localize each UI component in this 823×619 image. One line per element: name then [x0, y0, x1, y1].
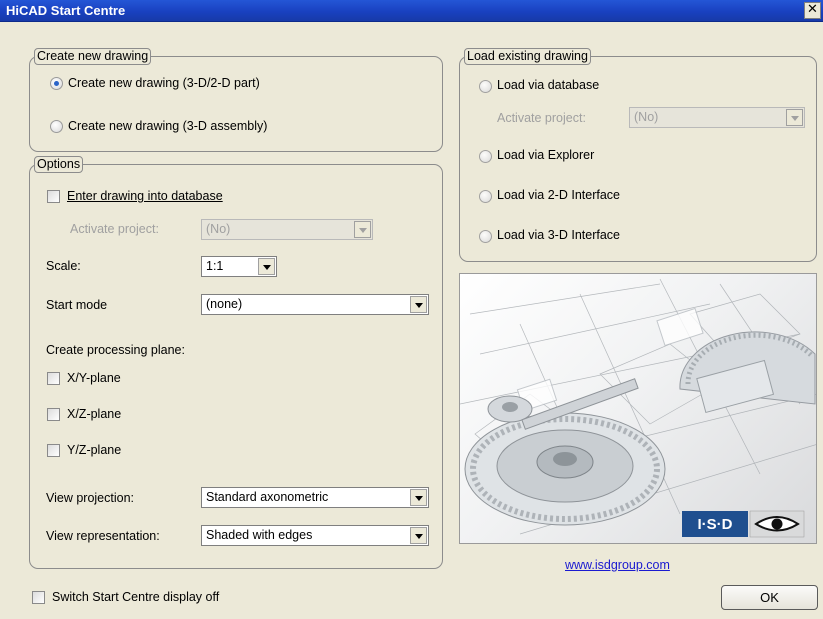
- activate-project-select[interactable]: (No): [201, 219, 373, 240]
- switch-start-centre-off-label[interactable]: Switch Start Centre display off: [52, 590, 219, 605]
- load-activate-project-label: Activate project:: [497, 111, 586, 125]
- chevron-down-icon: [410, 296, 427, 313]
- chevron-down-icon: [786, 109, 803, 126]
- close-button[interactable]: ✕: [804, 2, 821, 19]
- view-representation-label: View representation:: [46, 529, 160, 543]
- view-representation-select[interactable]: Shaded with edges: [201, 525, 429, 546]
- start-mode-label: Start mode: [46, 298, 108, 312]
- load-via-explorer-label[interactable]: Load via Explorer: [497, 148, 594, 163]
- load-via-3d-interface-label[interactable]: Load via 3-D Interface: [497, 228, 620, 243]
- xz-plane-label[interactable]: X/Z-plane: [67, 407, 121, 422]
- yz-plane-label[interactable]: Y/Z-plane: [67, 443, 121, 458]
- isd-logo: I·S·D: [682, 510, 805, 538]
- title-bar: HiCAD Start Centre ✕: [0, 0, 823, 22]
- scale-label: Scale:: [46, 259, 81, 273]
- chevron-down-icon: [354, 221, 371, 238]
- create-3d-assembly-label[interactable]: Create new drawing (3-D assembly): [68, 119, 267, 134]
- view-projection-label: View projection:: [46, 491, 135, 505]
- xy-plane-checkbox[interactable]: [47, 372, 60, 385]
- load-via-explorer-radio[interactable]: [479, 150, 492, 163]
- view-representation-value: Shaded with edges: [206, 528, 313, 542]
- product-image: I·S·D: [459, 273, 817, 544]
- activate-project-label: Activate project:: [70, 222, 159, 236]
- switch-start-centre-off-checkbox[interactable]: [32, 591, 45, 604]
- chevron-down-icon: [410, 489, 427, 506]
- isdgroup-link[interactable]: www.isdgroup.com: [565, 558, 670, 572]
- load-activate-project-select[interactable]: (No): [629, 107, 805, 128]
- load-existing-drawing-legend: Load existing drawing: [464, 48, 591, 65]
- create-3d-2d-part-label[interactable]: Create new drawing (3-D/2-D part): [68, 76, 260, 91]
- start-mode-select[interactable]: (none): [201, 294, 429, 315]
- load-activate-project-value: (No): [634, 110, 659, 124]
- activate-project-value: (No): [206, 222, 231, 236]
- scale-value: 1:1: [206, 259, 224, 273]
- view-projection-value: Standard axonometric: [206, 490, 329, 504]
- close-icon: ✕: [807, 2, 818, 17]
- load-via-2d-interface-label[interactable]: Load via 2-D Interface: [497, 188, 620, 203]
- processing-plane-label: Create processing plane:: [46, 343, 185, 357]
- load-via-2d-interface-radio[interactable]: [479, 190, 492, 203]
- cad-drawing-illustration: I·S·D: [460, 278, 816, 538]
- load-via-database-radio[interactable]: [479, 80, 492, 93]
- create-3d-2d-part-radio[interactable]: [50, 77, 63, 90]
- create-new-drawing-group: Create new drawing: [29, 48, 443, 152]
- view-projection-select[interactable]: Standard axonometric: [201, 487, 429, 508]
- load-via-3d-interface-radio[interactable]: [479, 230, 492, 243]
- yz-plane-checkbox[interactable]: [47, 444, 60, 457]
- ok-button[interactable]: OK: [721, 585, 818, 610]
- enter-into-database-label[interactable]: Enter drawing into database: [67, 189, 223, 204]
- chevron-down-icon: [410, 527, 427, 544]
- window-title: HiCAD Start Centre: [6, 3, 126, 18]
- options-legend: Options: [34, 156, 84, 173]
- enter-into-database-checkbox[interactable]: [47, 190, 60, 203]
- start-mode-value: (none): [206, 297, 243, 311]
- scale-select[interactable]: 1:1: [201, 256, 277, 277]
- create-new-drawing-legend: Create new drawing: [34, 48, 152, 65]
- xy-plane-label[interactable]: X/Y-plane: [67, 371, 121, 386]
- create-3d-assembly-radio[interactable]: [50, 120, 63, 133]
- svg-text:I·S·D: I·S·D: [698, 516, 733, 533]
- load-via-database-label[interactable]: Load via database: [497, 78, 599, 93]
- xz-plane-checkbox[interactable]: [47, 408, 60, 421]
- chevron-down-icon: [258, 258, 275, 275]
